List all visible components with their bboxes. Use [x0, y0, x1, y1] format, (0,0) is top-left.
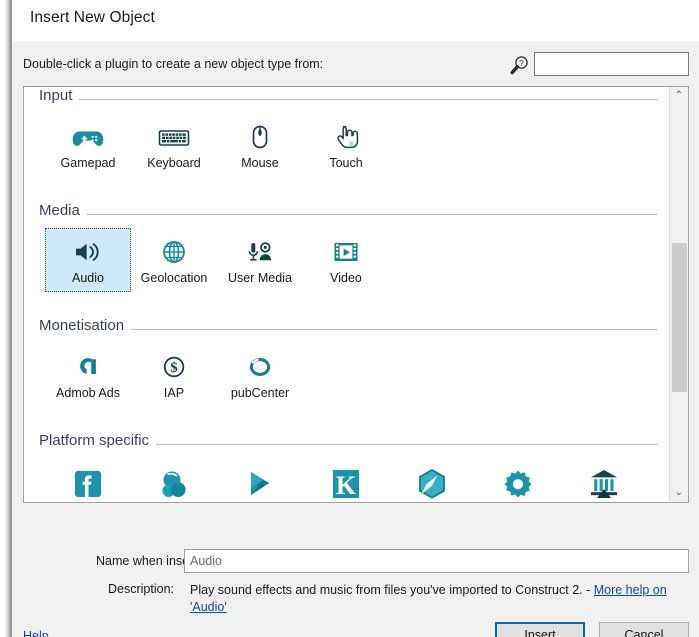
- keyboard-icon: [132, 117, 216, 155]
- dollar-coin-icon: $: [132, 347, 216, 385]
- group-items: Admob Ads $ IAP pubCenter: [24, 343, 669, 415]
- film-play-icon: [304, 232, 388, 270]
- mouse-icon: [218, 117, 302, 155]
- search-input[interactable]: [534, 52, 689, 76]
- touch-hand-icon: [304, 117, 388, 155]
- search-area: ?: [509, 50, 689, 78]
- mic-webcam-icon: [218, 232, 302, 270]
- description-text: Play sound effects and music from files …: [190, 582, 690, 616]
- help-link[interactable]: Help: [23, 629, 49, 637]
- svg-text:K: K: [336, 471, 357, 500]
- plugin-item-label: User Media: [228, 271, 292, 285]
- plugin-item-touch[interactable]: Touch: [303, 113, 389, 177]
- globe-icon: [132, 232, 216, 270]
- chrome-bubble-icon: [132, 462, 216, 502]
- ring-icon: [218, 347, 302, 385]
- plugin-item-admob-ads[interactable]: Admob Ads: [45, 343, 131, 407]
- insert-button[interactable]: Insert: [495, 622, 585, 637]
- insert-new-object-dialog: Insert New Object Double-click a plugin …: [11, 0, 699, 637]
- group-items: K: [24, 458, 669, 502]
- page-title: Insert New Object: [30, 9, 155, 26]
- prompt-label: Double-click a plugin to create a new ob…: [23, 57, 324, 71]
- admob-icon: [46, 347, 130, 385]
- description-body: Play sound effects and music from files …: [190, 583, 594, 597]
- plugin-item-geolocation[interactable]: Geolocation: [131, 228, 217, 292]
- group-title: Input: [39, 87, 80, 104]
- svg-text:$: $: [170, 360, 178, 376]
- magnifier-question-icon: ?: [509, 54, 531, 76]
- plugin-item-gamepad[interactable]: Gamepad: [45, 113, 131, 177]
- cancel-button[interactable]: Cancel: [599, 622, 689, 637]
- scroll-up-arrow-icon[interactable]: ⌃: [670, 87, 688, 105]
- plugin-item-bank-arcade[interactable]: [561, 458, 647, 502]
- plugin-item-mouse[interactable]: Mouse: [217, 113, 303, 177]
- plugin-group-media: Media Audio Geolocation User Media Video: [24, 202, 669, 300]
- group-header: Platform specific: [24, 432, 669, 458]
- plugin-group-input: Input Gamepad Keyboard Mouse Touch: [24, 87, 669, 185]
- plugin-item-label: Gamepad: [60, 156, 116, 170]
- scrollbar-thumb[interactable]: [672, 243, 687, 392]
- dialog-body: Double-click a plugin to create a new ob…: [12, 41, 699, 637]
- plugin-item-keyboard[interactable]: Keyboard: [131, 113, 217, 177]
- plugin-list-panel[interactable]: Input Gamepad Keyboard Mouse Touch Media…: [23, 86, 689, 503]
- group-title: Platform specific: [39, 432, 157, 449]
- group-title: Monetisation: [39, 317, 132, 334]
- group-header: Monetisation: [24, 317, 669, 343]
- kongregate-k-icon: K: [304, 462, 388, 502]
- group-items: Gamepad Keyboard Mouse Touch: [24, 113, 669, 185]
- speaker-icon: [46, 232, 130, 270]
- group-title: Media: [39, 202, 87, 219]
- plugin-list-scroll-area: Input Gamepad Keyboard Mouse Touch Media…: [24, 87, 669, 502]
- plugin-item-label: Video: [330, 271, 362, 285]
- gear-icon: [476, 462, 560, 502]
- plugin-item-iap[interactable]: $ IAP: [131, 343, 217, 407]
- plugin-group-monetisation: Monetisation Admob Ads $ IAP pubCenter: [24, 317, 669, 415]
- plugin-item-label: Mouse: [241, 156, 279, 170]
- group-divider: [39, 214, 657, 215]
- plugin-item-chrome-bubble[interactable]: [131, 458, 217, 502]
- compass-hex-icon: [390, 462, 474, 502]
- group-header: Input: [24, 87, 669, 113]
- facebook-icon: [46, 462, 130, 502]
- plugin-item-google-play[interactable]: [217, 458, 303, 502]
- plugin-list-scrollbar[interactable]: ⌃ ⌄: [669, 87, 688, 502]
- window-drop-shadow: [0, 0, 11, 637]
- plugin-item-video[interactable]: Video: [303, 228, 389, 292]
- group-header: Media: [24, 202, 669, 228]
- plugin-item-user-media[interactable]: User Media: [217, 228, 303, 292]
- plugin-item-compass-hex[interactable]: [389, 458, 475, 502]
- plugin-item-pubcenter[interactable]: pubCenter: [217, 343, 303, 407]
- plugin-item-label: Audio: [72, 271, 104, 285]
- bank-arcade-icon: [562, 462, 646, 502]
- plugin-item-label: IAP: [163, 386, 185, 400]
- plugin-item-label: Admob Ads: [56, 386, 120, 400]
- plugin-item-audio[interactable]: Audio: [45, 228, 131, 292]
- group-divider: [39, 329, 657, 330]
- svg-text:?: ?: [519, 59, 524, 68]
- dialog-title-bar: Insert New Object: [12, 0, 699, 41]
- plugin-group-platform-specific: Platform specific K: [24, 432, 669, 502]
- plugin-item-label: pubCenter: [230, 386, 290, 400]
- scroll-down-arrow-icon[interactable]: ⌄: [670, 484, 688, 502]
- group-items: Audio Geolocation User Media Video: [24, 228, 669, 300]
- group-divider: [39, 99, 657, 100]
- gamepad-icon: [46, 117, 130, 155]
- name-when-inserted-input[interactable]: [184, 549, 689, 573]
- plugin-item-gear[interactable]: [475, 458, 561, 502]
- plugin-item-kongregate[interactable]: K: [303, 458, 389, 502]
- description-label: Description:: [108, 582, 174, 596]
- plugin-item-facebook[interactable]: [45, 458, 131, 502]
- google-play-icon: [218, 462, 302, 502]
- plugin-item-label: Geolocation: [140, 271, 208, 285]
- plugin-item-label: Keyboard: [147, 156, 201, 170]
- plugin-item-label: Touch: [329, 156, 363, 170]
